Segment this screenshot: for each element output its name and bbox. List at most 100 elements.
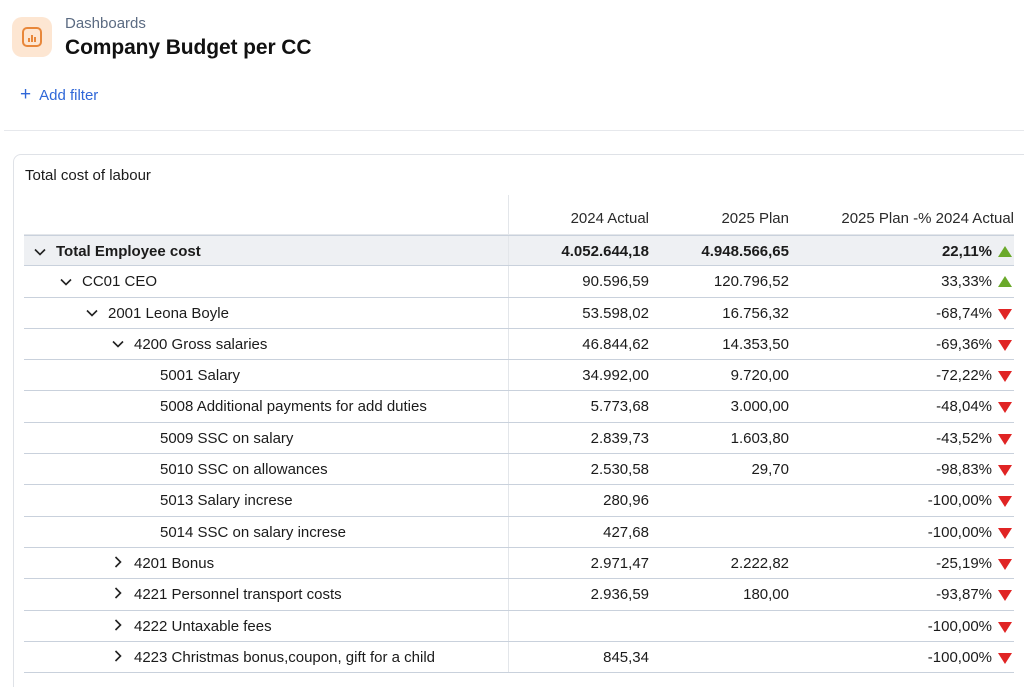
column-header-pct-change[interactable]: 2025 Plan -% 2024 Actual: [841, 210, 1014, 227]
pct-change-value: -68,74%: [936, 304, 992, 322]
pct-change-value: -69,36%: [936, 335, 992, 353]
row-label-text: 5009 SSC on salary: [160, 429, 294, 447]
trend-down-icon: [998, 371, 1012, 383]
plan-value: 120.796,52: [713, 273, 789, 291]
row-label: 4223 Christmas bonus,coupon, gift for a …: [110, 649, 435, 666]
add-filter-label: Add filter: [39, 86, 99, 104]
table-row[interactable]: 5009 SSC on salary 2.839,73 1.603,80 -43,52…: [24, 422, 1014, 455]
table-row[interactable]: 4221 Personnel transport costs 2.936,59 18…: [24, 579, 1014, 611]
plan-value: 4.948.566,65: [701, 243, 789, 260]
trend-down-icon: [998, 433, 1012, 445]
actual-value: 280,96: [603, 492, 649, 510]
plan-value: 2.222,82: [730, 554, 789, 572]
row-label: 5009 SSC on salary: [136, 430, 293, 447]
row-label-text: 2001 Leona Boyle: [108, 304, 229, 322]
actual-value: 5.773,68: [590, 398, 649, 416]
row-label: 5013 Salary increse: [136, 492, 293, 509]
actual-value: 53.598,02: [582, 304, 649, 322]
page-header: Dashboards Company Budget per CC: [12, 14, 312, 64]
page-title: Company Budget per CC: [65, 36, 312, 59]
row-label-text: 4222 Untaxable fees: [134, 617, 272, 635]
row-label-text: 4221 Personnel transport costs: [134, 586, 342, 604]
header-divider: [4, 130, 1024, 131]
add-filter-button[interactable]: + Add filter: [20, 84, 99, 105]
table-row[interactable]: 5014 SSC on salary increse 427,68 -100,00%: [24, 516, 1014, 548]
row-label: 4200 Gross salaries: [110, 336, 267, 353]
trend-down-icon: [998, 652, 1012, 664]
plan-value: 29,70: [751, 461, 789, 479]
pct-change-value: -48,04%: [936, 398, 992, 416]
table-row[interactable]: 4223 Christmas bonus,coupon, gift for a …: [24, 641, 1014, 674]
row-label: 5008 Additional payments for add duties: [136, 398, 427, 415]
actual-value: 2.839,73: [590, 429, 649, 447]
pct-change-value: -100,00%: [927, 648, 992, 666]
trend-down-icon: [998, 339, 1012, 351]
pct-change-value: 22,11%: [941, 243, 992, 260]
actual-value: 46.844,62: [582, 335, 649, 353]
chevron-right-icon[interactable]: [110, 556, 126, 571]
row-label-text: 5010 SSC on allowances: [160, 461, 328, 479]
table-row-total[interactable]: Total Employee cost 4.052.644,18 4.948.566…: [24, 235, 1014, 267]
trend-down-icon: [998, 465, 1012, 477]
chevron-right-icon[interactable]: [110, 618, 126, 634]
bar-chart-icon: [12, 17, 52, 57]
actual-value: 427,68: [603, 523, 649, 541]
column-header-2024-actual[interactable]: 2024 Actual: [571, 210, 649, 227]
row-label-text: 5008 Additional payments for add duties: [160, 398, 427, 416]
pct-change-value: -25,19%: [936, 554, 992, 572]
column-header-2025-plan[interactable]: 2025 Plan: [721, 210, 789, 227]
row-label: 4222 Untaxable fees: [110, 618, 272, 635]
plan-value: 1.603,80: [730, 429, 789, 447]
actual-value: 4.052.644,18: [561, 243, 649, 260]
card-title: Total cost of labour: [25, 167, 151, 184]
breadcrumb-dashboards[interactable]: Dashboards: [65, 14, 311, 34]
plan-value: 3.000,00: [730, 398, 789, 416]
chevron-down-icon[interactable]: [58, 275, 74, 289]
table-row[interactable]: 4222 Untaxable fees -100,00%: [24, 610, 1014, 642]
table-row[interactable]: 5013 Salary increse 280,96 -100,00%: [24, 485, 1014, 517]
row-label: 5010 SSC on allowances: [136, 461, 328, 478]
trend-down-icon: [998, 527, 1012, 539]
chevron-down-icon[interactable]: [84, 306, 100, 320]
trend-down-icon: [998, 402, 1012, 414]
trend-down-icon: [998, 558, 1012, 570]
table-row[interactable]: 2001 Leona Boyle 53.598,02 16.756,32 -68,74…: [24, 297, 1014, 329]
table-row[interactable]: 5008 Additional payments for add duties 5…: [24, 391, 1014, 423]
plus-icon: +: [20, 84, 32, 105]
table-row[interactable]: 4201 Bonus 2.971,47 2.222,82 -25,19%: [24, 547, 1014, 580]
table-row[interactable]: CC01 CEO 90.596,59 120.796,52 33,33%: [24, 266, 1014, 298]
plan-value: 16.756,32: [722, 304, 789, 322]
row-label: 4221 Personnel transport costs: [110, 586, 342, 603]
table-body: Total Employee cost 4.052.644,18 4.948.566…: [24, 235, 1014, 674]
actual-value: 845,34: [603, 648, 649, 666]
table-header: 2024 Actual 2025 Plan 2025 Plan -% 2024 …: [24, 195, 1014, 235]
row-label: Total Employee cost: [32, 243, 201, 260]
chevron-down-icon[interactable]: [32, 245, 48, 259]
chevron-down-icon[interactable]: [110, 337, 126, 351]
row-label: CC01 CEO: [58, 273, 157, 290]
labour-cost-card: Total cost of labour 2024 Actual 2025 Pl…: [13, 154, 1024, 687]
chevron-right-icon[interactable]: [110, 587, 126, 602]
actual-value: 2.936,59: [590, 586, 649, 604]
row-label-text: 4223 Christmas bonus,coupon, gift for a …: [134, 648, 436, 666]
pct-change-value: -100,00%: [927, 492, 992, 510]
actual-value: 2.971,47: [590, 554, 649, 572]
chevron-right-icon[interactable]: [110, 650, 126, 665]
pct-change-value: -93,87%: [936, 586, 992, 604]
actual-value: 34.992,00: [582, 367, 649, 385]
plan-value: 14.353,50: [722, 335, 789, 353]
budget-table: 2024 Actual 2025 Plan 2025 Plan -% 2024 …: [24, 195, 1014, 674]
row-label-text: 5014 SSC on salary increse: [160, 523, 346, 541]
table-row[interactable]: 5001 Salary 34.992,00 9.720,00 -72,22%: [24, 360, 1014, 392]
table-row[interactable]: 5010 SSC on allowances 2.530,58 29,70 -98,8…: [24, 454, 1014, 486]
trend-down-icon: [998, 308, 1012, 320]
row-label: 5001 Salary: [136, 367, 240, 384]
trend-down-icon: [998, 496, 1012, 508]
actual-value: 90.596,59: [582, 273, 649, 291]
row-label-text: Total Employee cost: [56, 243, 201, 260]
pct-change-value: -100,00%: [927, 523, 992, 541]
pct-change-value: -43,52%: [936, 429, 992, 447]
plan-value: 180,00: [743, 586, 789, 604]
table-row[interactable]: 4200 Gross salaries 46.844,62 14.353,50 -69…: [24, 328, 1014, 361]
row-label: 5014 SSC on salary increse: [136, 524, 346, 541]
